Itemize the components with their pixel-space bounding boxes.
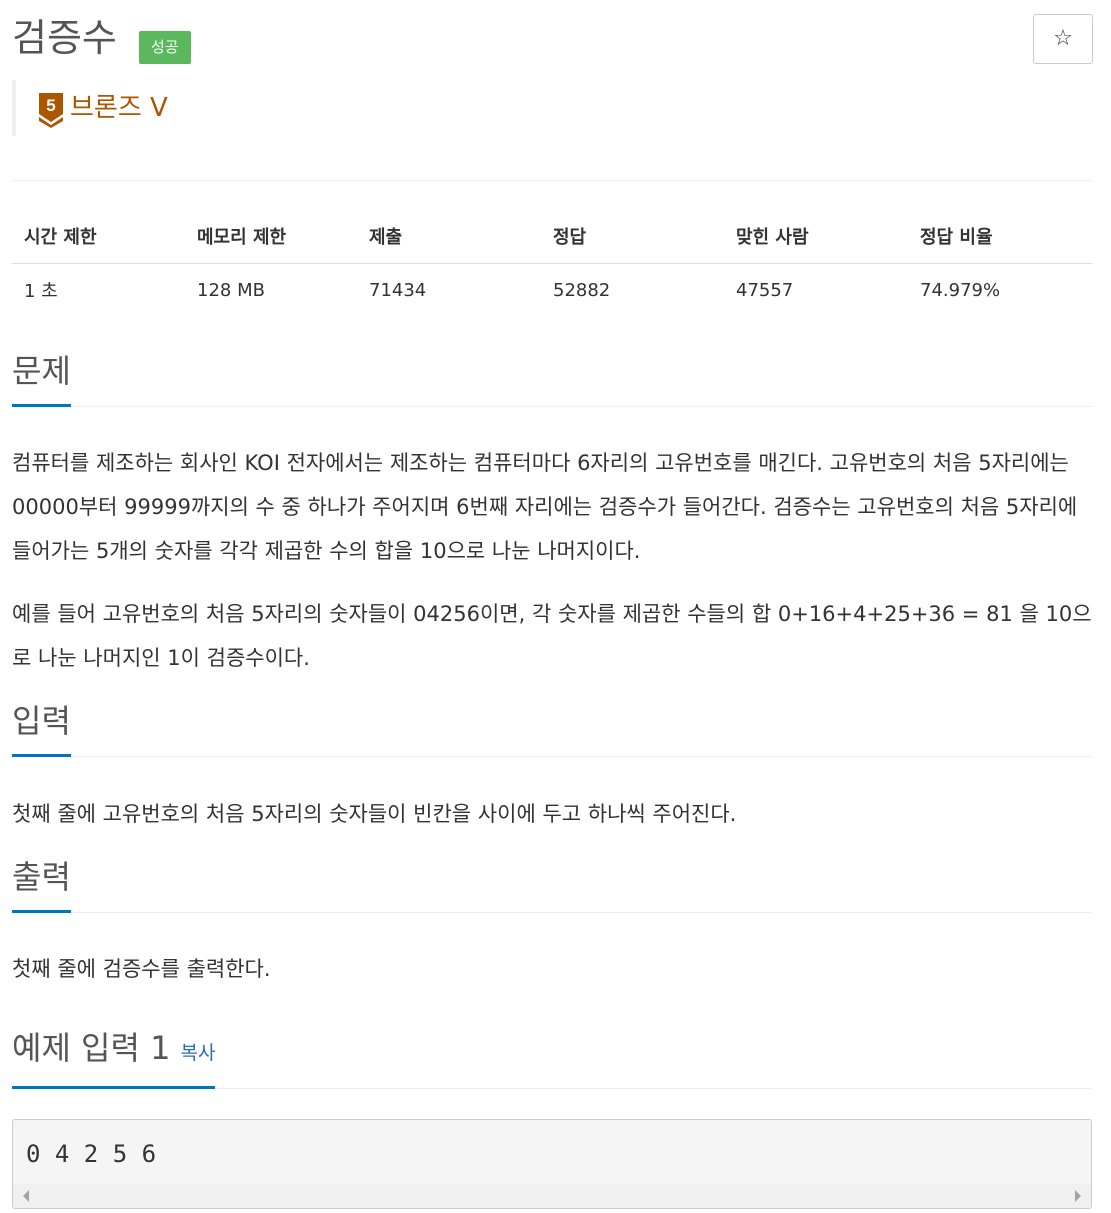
header-memory-limit: 메모리 제한	[185, 208, 357, 264]
header-solved-users: 맞힌 사람	[724, 208, 908, 264]
header-time-limit: 시간 제한	[12, 208, 185, 264]
divider	[12, 180, 1092, 181]
copy-button[interactable]: 복사	[180, 1042, 215, 1064]
input-description: 첫째 줄에 고유번호의 처음 5자리의 숫자들이 빈칸을 사이에 두고 하나씩 …	[12, 802, 737, 826]
result-badge[interactable]: 성공	[139, 31, 191, 64]
sample-input-title: 예제 입력 1 복사	[12, 1025, 216, 1089]
output-title: 출력	[12, 854, 71, 913]
description-paragraph-1: 컴퓨터를 제조하는 회사인 KOI 전자에서는 제조하는 컴퓨터마다 6자리의 …	[12, 451, 1078, 563]
input-title: 입력	[12, 698, 71, 757]
input-section-header: 입력	[12, 697, 1092, 757]
bronze-tier-icon: 5	[39, 93, 63, 128]
title-row: 검증수 성공 ☆	[12, 12, 1093, 72]
problem-title: 검증수	[12, 16, 117, 60]
output-description: 첫째 줄에 검증수를 출력한다.	[12, 957, 271, 981]
tier-label[interactable]: 브론즈 V	[70, 88, 168, 128]
header-accepted: 정답	[541, 208, 724, 264]
value-accept-ratio: 74.979%	[920, 279, 1001, 301]
description-title: 문제	[12, 348, 71, 407]
favorite-star-button[interactable]: ☆	[1033, 14, 1093, 64]
sample-input-section-header: 예제 입력 1 복사	[12, 1024, 1092, 1089]
tier-block: 5 브론즈 V	[12, 80, 338, 136]
description-section-header: 문제	[12, 347, 1092, 407]
description-paragraph-2: 예를 들어 고유번호의 처음 5자리의 숫자들이 04256이면, 각 숫자를 …	[12, 602, 1092, 670]
value-accepted: 52882	[553, 279, 611, 301]
sample-input-content: 0 4 2 5 6	[26, 1140, 157, 1168]
value-submissions: 71434	[369, 279, 427, 301]
scroll-left-arrow-icon[interactable]	[23, 1190, 29, 1202]
header-accept-ratio: 정답 비율	[908, 208, 1092, 264]
horizontal-scrollbar[interactable]	[13, 1184, 1091, 1208]
sample-input-title-text: 예제 입력 1	[12, 1029, 171, 1067]
scroll-right-arrow-icon[interactable]	[1075, 1190, 1081, 1202]
tier-number: 5	[46, 96, 55, 115]
value-memory-limit: 128 MB	[197, 279, 265, 301]
star-icon: ☆	[1053, 26, 1073, 51]
problem-info-table: 시간 제한 메모리 제한 제출 정답 맞힌 사람 정답 비율 1 초 128 M…	[12, 208, 1092, 316]
value-time-limit: 1 초	[24, 281, 58, 302]
table-row: 1 초 128 MB 71434 52882 47557 74.979%	[12, 264, 1092, 317]
header-submissions: 제출	[357, 208, 541, 264]
table-header-row: 시간 제한 메모리 제한 제출 정답 맞힌 사람 정답 비율	[12, 208, 1092, 264]
sample-input-box[interactable]: 0 4 2 5 6	[12, 1119, 1092, 1209]
output-section-header: 출력	[12, 853, 1092, 913]
value-solved-users: 47557	[736, 279, 794, 301]
